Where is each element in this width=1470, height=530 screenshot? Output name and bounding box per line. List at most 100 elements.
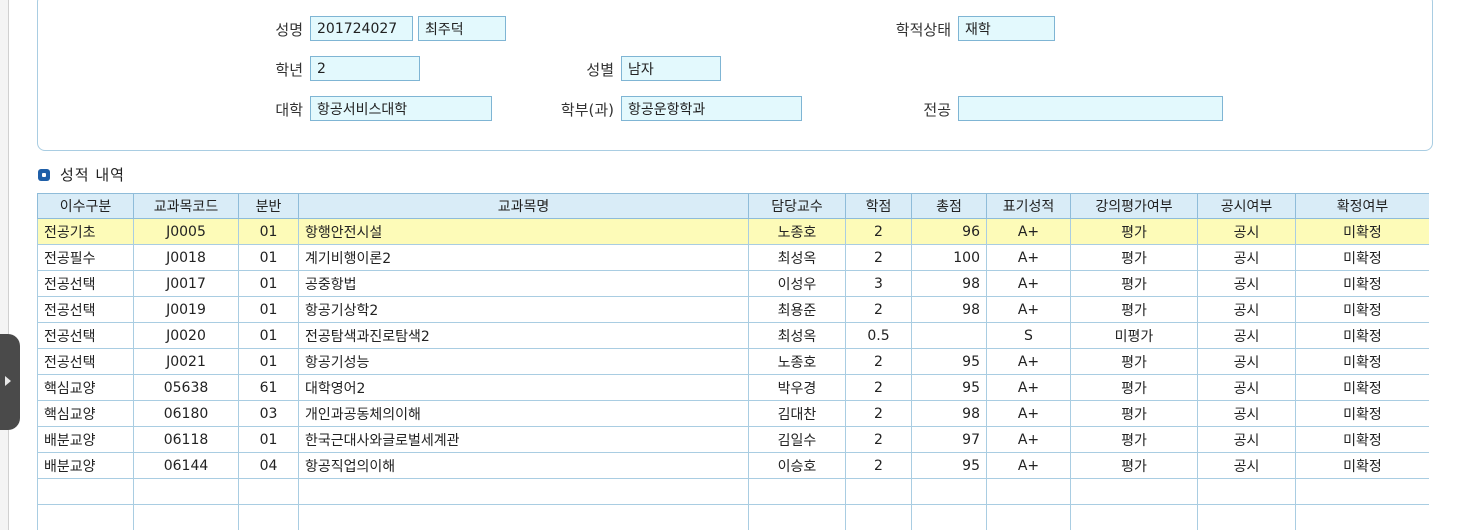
cell-disclosure[interactable] (1197, 478, 1296, 505)
cell-type[interactable]: 전공선택 (37, 348, 134, 375)
cell-grade[interactable] (986, 504, 1071, 530)
cell-professor[interactable] (748, 504, 846, 530)
col-header-code[interactable]: 교과목코드 (133, 193, 239, 219)
cell-section[interactable]: 01 (238, 322, 299, 349)
cell-disclosure[interactable]: 공시 (1197, 426, 1296, 453)
side-panel-toggle[interactable] (0, 334, 20, 430)
cell-grade[interactable] (986, 478, 1071, 505)
cell-evaluation[interactable]: 평가 (1070, 244, 1198, 271)
cell-grade[interactable]: A+ (986, 426, 1071, 453)
cell-evaluation[interactable] (1070, 504, 1198, 530)
college-field[interactable] (310, 96, 492, 121)
gender-field[interactable] (621, 56, 721, 81)
cell-evaluation[interactable]: 평가 (1070, 348, 1198, 375)
cell-professor[interactable]: 김일수 (748, 426, 846, 453)
cell-score[interactable]: 95 (911, 452, 987, 479)
cell-evaluation[interactable]: 평가 (1070, 374, 1198, 401)
cell-code[interactable] (133, 478, 239, 505)
cell-confirmed[interactable]: 미확정 (1295, 296, 1429, 323)
cell-score[interactable]: 98 (911, 296, 987, 323)
cell-evaluation[interactable]: 평가 (1070, 452, 1198, 479)
cell-evaluation[interactable]: 평가 (1070, 270, 1198, 297)
cell-code[interactable]: J0021 (133, 348, 239, 375)
cell-type[interactable]: 전공선택 (37, 296, 134, 323)
cell-course-name[interactable]: 항행안전시설 (298, 218, 749, 245)
cell-confirmed[interactable]: 미확정 (1295, 426, 1429, 453)
cell-section[interactable]: 61 (238, 374, 299, 401)
cell-section[interactable]: 01 (238, 426, 299, 453)
cell-confirmed[interactable]: 미확정 (1295, 452, 1429, 479)
cell-credit[interactable]: 2 (845, 244, 912, 271)
table-row[interactable] (37, 478, 1429, 505)
cell-grade[interactable]: A+ (986, 452, 1071, 479)
cell-credit[interactable]: 2 (845, 218, 912, 245)
col-header-evaluation[interactable]: 강의평가여부 (1070, 193, 1198, 219)
cell-disclosure[interactable]: 공시 (1197, 348, 1296, 375)
cell-confirmed[interactable]: 미확정 (1295, 348, 1429, 375)
cell-score[interactable]: 98 (911, 270, 987, 297)
table-row[interactable]: 배분교양 06118 01 한국근대사와글로벌세계관 김일수 2 97 A+ 평가 공시 미확정 (37, 426, 1429, 453)
table-row[interactable] (37, 504, 1429, 530)
cell-type[interactable]: 전공선택 (37, 322, 134, 349)
cell-code[interactable] (133, 504, 239, 530)
cell-type[interactable]: 전공필수 (37, 244, 134, 271)
cell-professor[interactable]: 김대찬 (748, 400, 846, 427)
cell-type[interactable]: 핵심교양 (37, 374, 134, 401)
cell-grade[interactable]: A+ (986, 218, 1071, 245)
cell-type[interactable]: 배분교양 (37, 426, 134, 453)
col-header-name[interactable]: 교과목명 (298, 193, 749, 219)
cell-section[interactable] (238, 504, 299, 530)
cell-disclosure[interactable]: 공시 (1197, 218, 1296, 245)
cell-course-name[interactable]: 개인과공동체의이해 (298, 400, 749, 427)
cell-confirmed[interactable]: 미확정 (1295, 244, 1429, 271)
cell-professor[interactable]: 최성옥 (748, 322, 846, 349)
cell-type[interactable] (37, 478, 134, 505)
cell-grade[interactable]: A+ (986, 244, 1071, 271)
col-header-confirmed[interactable]: 확정여부 (1295, 193, 1429, 219)
cell-section[interactable]: 04 (238, 452, 299, 479)
cell-confirmed[interactable]: 미확정 (1295, 322, 1429, 349)
table-row[interactable]: 배분교양 06144 04 항공직업의이해 이승호 2 95 A+ 평가 공시 미확정 (37, 452, 1429, 479)
cell-type[interactable] (37, 504, 134, 530)
cell-course-name[interactable]: 대학영어2 (298, 374, 749, 401)
cell-section[interactable] (238, 478, 299, 505)
cell-score[interactable]: 95 (911, 374, 987, 401)
col-header-score[interactable]: 총점 (911, 193, 987, 219)
cell-score[interactable]: 96 (911, 218, 987, 245)
year-field[interactable] (310, 56, 420, 81)
cell-course-name[interactable]: 한국근대사와글로벌세계관 (298, 426, 749, 453)
cell-confirmed[interactable] (1295, 478, 1429, 505)
cell-professor[interactable]: 최성옥 (748, 244, 846, 271)
table-row[interactable]: 전공기초 J0005 01 항행안전시설 노종호 2 96 A+ 평가 공시 미확정 (37, 218, 1429, 245)
cell-score[interactable] (911, 478, 987, 505)
cell-credit[interactable]: 2 (845, 348, 912, 375)
cell-evaluation[interactable]: 평가 (1070, 400, 1198, 427)
cell-credit[interactable]: 2 (845, 426, 912, 453)
cell-disclosure[interactable]: 공시 (1197, 322, 1296, 349)
cell-grade[interactable]: A+ (986, 348, 1071, 375)
cell-code[interactable]: J0019 (133, 296, 239, 323)
cell-section[interactable]: 01 (238, 270, 299, 297)
table-row[interactable]: 핵심교양 06180 03 개인과공동체의이해 김대찬 2 98 A+ 평가 공시 미확정 (37, 400, 1429, 427)
cell-credit[interactable]: 2 (845, 400, 912, 427)
cell-score[interactable]: 98 (911, 400, 987, 427)
col-header-disclosure[interactable]: 공시여부 (1197, 193, 1296, 219)
cell-credit[interactable]: 3 (845, 270, 912, 297)
cell-code[interactable]: 06144 (133, 452, 239, 479)
cell-code[interactable]: J0005 (133, 218, 239, 245)
cell-professor[interactable]: 이승호 (748, 452, 846, 479)
cell-disclosure[interactable]: 공시 (1197, 400, 1296, 427)
cell-type[interactable]: 핵심교양 (37, 400, 134, 427)
cell-evaluation[interactable] (1070, 478, 1198, 505)
cell-grade[interactable]: A+ (986, 270, 1071, 297)
table-row[interactable]: 전공선택 J0019 01 항공기상학2 최용준 2 98 A+ 평가 공시 미확정 (37, 296, 1429, 323)
table-row[interactable]: 전공필수 J0018 01 계기비행이론2 최성옥 2 100 A+ 평가 공시 미확정 (37, 244, 1429, 271)
cell-credit[interactable]: 2 (845, 452, 912, 479)
cell-evaluation[interactable]: 평가 (1070, 218, 1198, 245)
cell-section[interactable]: 01 (238, 244, 299, 271)
cell-professor[interactable]: 최용준 (748, 296, 846, 323)
cell-code[interactable]: 05638 (133, 374, 239, 401)
cell-disclosure[interactable] (1197, 504, 1296, 530)
cell-section[interactable]: 01 (238, 296, 299, 323)
cell-confirmed[interactable]: 미확정 (1295, 218, 1429, 245)
